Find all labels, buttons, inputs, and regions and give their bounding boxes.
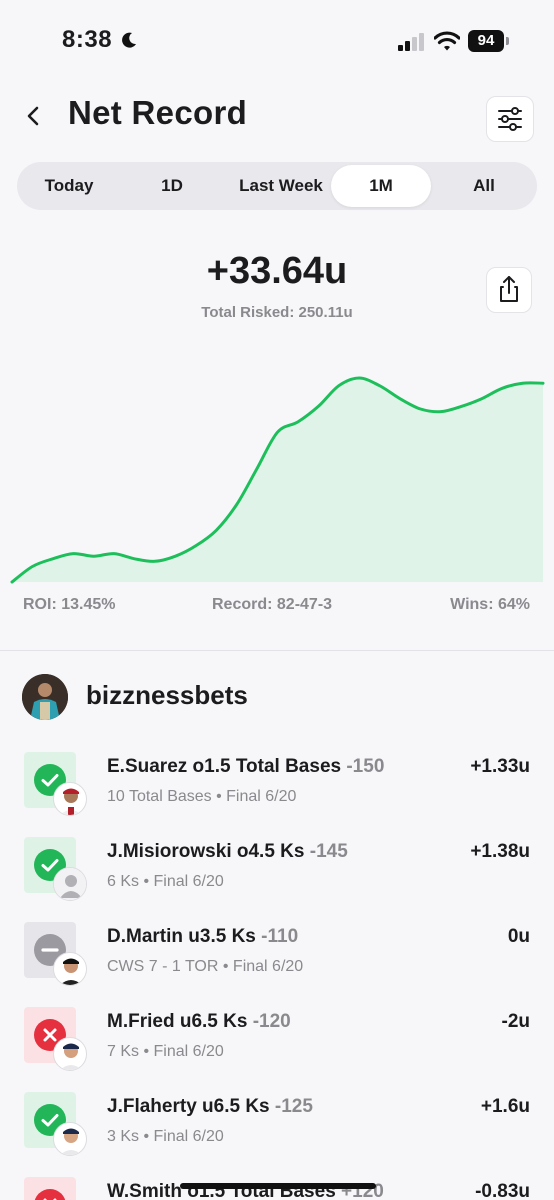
player-headshot: [53, 1122, 87, 1156]
tab-today[interactable]: Today: [20, 165, 118, 207]
bet-selection: E.Suarez o1.5 Total Bases: [107, 756, 342, 777]
bet-subtitle: 3 Ks • Final 6/20: [107, 1128, 224, 1145]
bet-result: +1.33u: [470, 756, 530, 777]
bet-odds: -120: [252, 1011, 291, 1032]
header: Net Record: [0, 88, 554, 144]
divider: [0, 650, 554, 651]
sliders-icon: [498, 107, 522, 131]
bet-odds: -145: [309, 841, 348, 862]
bet-subtitle: 10 Total Bases • Final 6/20: [107, 788, 297, 805]
tab-1m[interactable]: 1M: [331, 165, 431, 207]
bet-row[interactable]: M.Fried u6.5 Ks -120 7 Ks • Final 6/20 -…: [0, 1003, 554, 1073]
time-range-tabs: Today 1D Last Week 1M All: [17, 162, 537, 210]
net-record-chart: [10, 376, 545, 584]
x-icon: [34, 1189, 66, 1200]
stats-row: ROI: 13.45% Record: 82-47-3 Wins: 64%: [0, 596, 554, 618]
bet-row[interactable]: E.Suarez o1.5 Total Bases -150 10 Total …: [0, 748, 554, 818]
bet-result: +1.38u: [470, 841, 530, 862]
bet-result: -2u: [501, 1011, 531, 1032]
bet-title: J.Flaherty u6.5 Ks -125: [107, 1096, 313, 1118]
tab-all[interactable]: All: [435, 165, 533, 207]
bet-selection: D.Martin u3.5 Ks: [107, 926, 256, 947]
clock: 8:38: [62, 26, 113, 53]
bet-title: M.Fried u6.5 Ks -120: [107, 1011, 291, 1033]
bet-result: -0.83u: [475, 1181, 530, 1200]
tab-1d[interactable]: 1D: [122, 165, 222, 207]
filter-button[interactable]: [486, 96, 534, 142]
wins-stat: Wins: 64%: [450, 596, 530, 613]
cellular-signal-icon: [398, 33, 424, 51]
player-headshot: [53, 782, 87, 816]
bet-selection: J.Flaherty u6.5 Ks: [107, 1096, 270, 1117]
total-risked: Total Risked: 250.11u: [201, 304, 353, 321]
bet-row[interactable]: J.Flaherty u6.5 Ks -125 3 Ks • Final 6/2…: [0, 1088, 554, 1158]
bet-odds: -110: [261, 926, 299, 947]
share-icon: [500, 276, 518, 302]
net-units: +33.64u: [206, 250, 348, 292]
home-indicator[interactable]: [180, 1183, 376, 1189]
bet-selection: M.Fried u6.5 Ks: [107, 1011, 248, 1032]
status-bar: 8:38 94: [0, 0, 554, 80]
avatar[interactable]: [22, 674, 68, 720]
player-headshot: [53, 1037, 87, 1071]
wifi-icon: [434, 31, 460, 51]
bet-result: +1.6u: [480, 1096, 530, 1117]
status-box: [24, 1177, 76, 1200]
profile-row[interactable]: bizznessbets: [0, 672, 554, 722]
bet-row[interactable]: D.Martin u3.5 Ks -110 CWS 7 - 1 TOR • Fi…: [0, 918, 554, 988]
player-headshot: [53, 952, 87, 986]
bet-result: 0u: [507, 926, 530, 947]
player-placeholder-icon: [53, 867, 87, 901]
chart-area-fill: [12, 378, 543, 582]
share-button[interactable]: [486, 267, 532, 313]
battery-icon: 94: [468, 30, 512, 52]
bet-title: E.Suarez o1.5 Total Bases -150: [107, 756, 384, 778]
roi-stat: ROI: 13.45%: [23, 596, 116, 613]
battery-tip: [506, 37, 509, 45]
page-title: Net Record: [68, 94, 248, 131]
bet-subtitle: 6 Ks • Final 6/20: [107, 873, 224, 890]
bet-subtitle: CWS 7 - 1 TOR • Final 6/20: [107, 958, 304, 975]
bet-odds: -150: [346, 756, 385, 777]
tab-last-week[interactable]: Last Week: [226, 165, 336, 207]
bet-odds: -125: [274, 1096, 313, 1117]
moon-icon: [122, 32, 136, 48]
bet-selection: J.Misiorowski o4.5 Ks: [107, 841, 305, 862]
bet-subtitle: 7 Ks • Final 6/20: [107, 1043, 224, 1060]
avatar-image: [22, 674, 68, 720]
bet-title: D.Martin u3.5 Ks -110: [107, 926, 298, 948]
bet-row[interactable]: J.Misiorowski o4.5 Ks -145 6 Ks • Final …: [0, 833, 554, 903]
back-arrow-icon[interactable]: [18, 100, 50, 132]
record-stat: Record: 82-47-3: [212, 596, 333, 613]
bet-title: J.Misiorowski o4.5 Ks -145: [107, 841, 348, 863]
battery-level: 94: [468, 30, 504, 52]
username: bizznessbets: [86, 680, 248, 710]
